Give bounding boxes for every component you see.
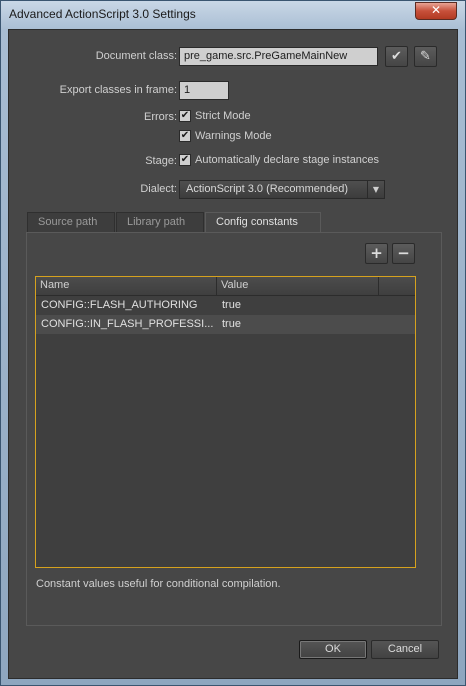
row-name-cell: CONFIG::IN_FLASH_PROFESSI... [41, 318, 214, 330]
remove-constant-button[interactable]: − [392, 243, 415, 264]
close-icon: ✕ [430, 3, 442, 17]
check-icon: ✔ [391, 49, 402, 64]
add-constant-button[interactable]: + [365, 243, 388, 264]
dialect-value: ActionScript 3.0 (Recommended) [186, 183, 349, 195]
tab-library-path[interactable]: Library path [116, 212, 204, 232]
column-header-value[interactable]: Value [217, 277, 379, 295]
strict-mode-label: Strict Mode [195, 110, 251, 122]
pencil-icon: ✎ [420, 49, 431, 64]
column-header-name[interactable]: Name [36, 277, 217, 295]
help-text: Constant values useful for conditional c… [36, 578, 281, 590]
export-frame-input[interactable]: 1 [179, 81, 229, 100]
errors-label: Errors: [144, 111, 177, 123]
tab-source-path[interactable]: Source path [27, 212, 115, 232]
window-title: Advanced ActionScript 3.0 Settings [9, 7, 196, 21]
strict-mode-checkbox[interactable]: ✔ [179, 110, 191, 122]
tab-config-constants[interactable]: Config constants [205, 212, 321, 232]
edit-class-button[interactable]: ✎ [414, 46, 437, 67]
warnings-mode-label: Warnings Mode [195, 130, 272, 142]
row-name-cell: CONFIG::FLASH_AUTHORING [41, 299, 198, 311]
table-row[interactable]: CONFIG::FLASH_AUTHORING true [36, 296, 415, 315]
title-bar[interactable]: Advanced ActionScript 3.0 Settings ✕ [1, 1, 465, 27]
auto-declare-checkbox[interactable]: ✔ [179, 154, 191, 166]
minus-icon: − [397, 244, 410, 262]
row-value-cell: true [222, 299, 241, 311]
stage-label: Stage: [145, 155, 177, 167]
auto-declare-option[interactable]: ✔ Automatically declare stage instances [179, 154, 379, 166]
tab-label: Library path [127, 216, 186, 228]
settings-dialog: Advanced ActionScript 3.0 Settings ✕ Doc… [0, 0, 466, 686]
warnings-mode-checkbox[interactable]: ✔ [179, 130, 191, 142]
dialect-select[interactable]: ActionScript 3.0 (Recommended) ▼ [179, 180, 385, 199]
row-value-cell: true [222, 318, 241, 330]
export-frame-label: Export classes in frame: [59, 84, 177, 96]
tab-label: Source path [38, 216, 98, 228]
plus-icon: + [370, 244, 383, 262]
cancel-button[interactable]: Cancel [371, 640, 439, 659]
auto-declare-label: Automatically declare stage instances [195, 154, 380, 166]
document-class-label: Document class: [95, 50, 177, 62]
strict-mode-option[interactable]: ✔ Strict Mode [179, 110, 251, 122]
chevron-down-icon: ▼ [367, 181, 384, 198]
warnings-mode-option[interactable]: ✔ Warnings Mode [179, 130, 272, 142]
table-row[interactable]: CONFIG::IN_FLASH_PROFESSI... true [36, 315, 415, 334]
constants-table[interactable]: Name Value CONFIG::FLASH_AUTHORING true … [35, 276, 416, 568]
table-header: Name Value [36, 277, 415, 296]
ok-button[interactable]: OK [299, 640, 367, 659]
close-button[interactable]: ✕ [415, 2, 457, 20]
dialog-body: Document class: pre_game.src.PreGameMain… [8, 29, 458, 679]
tab-label: Config constants [216, 216, 298, 228]
dialect-label: Dialect: [140, 183, 177, 195]
validate-class-button[interactable]: ✔ [385, 46, 408, 67]
document-class-input[interactable]: pre_game.src.PreGameMainNew [179, 47, 378, 66]
